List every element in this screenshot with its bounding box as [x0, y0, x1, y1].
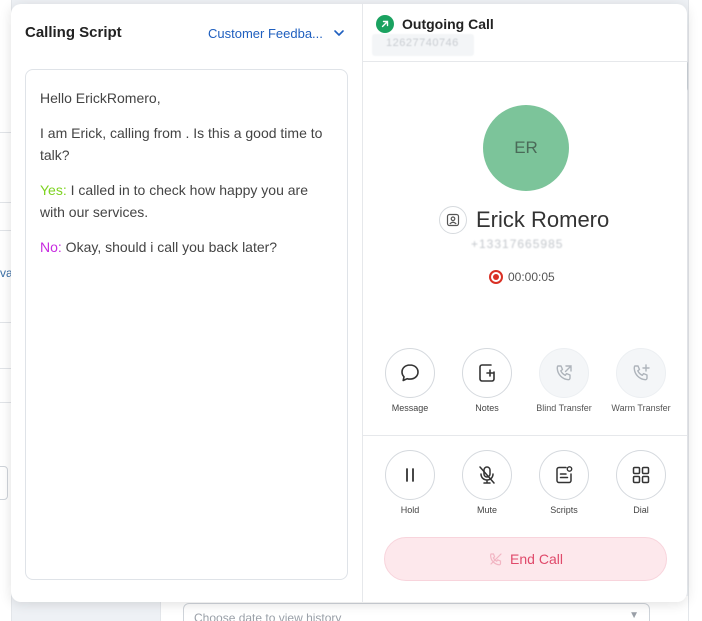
yes-text: I called in to check how happy you are w… [40, 182, 308, 220]
mute-button[interactable]: Mute [457, 450, 517, 516]
call-overlay-card: Calling Script Customer Feedba... Hello … [11, 4, 687, 602]
call-timer-row: 00:00:05 [489, 270, 555, 284]
notes-label: Notes [475, 403, 499, 413]
outgoing-call-icon [376, 15, 394, 33]
scripts-button[interactable]: Scripts [534, 450, 594, 516]
notes-button[interactable]: Notes [457, 348, 517, 414]
dialpad-icon [632, 466, 650, 484]
script-content-box: Hello ErickRomero, I am Erick, calling f… [25, 69, 348, 580]
chevron-down-icon: ▼ [629, 610, 639, 621]
header-divider [363, 61, 687, 62]
dial-button[interactable]: Dial [611, 450, 671, 516]
scripts-label: Scripts [550, 505, 578, 515]
message-button[interactable]: Message [380, 348, 440, 414]
no-label: No: [40, 239, 62, 255]
warm-transfer-icon [633, 364, 650, 381]
end-call-button[interactable]: End Call [384, 537, 667, 581]
scripts-icon [556, 466, 573, 484]
mic-off-icon [479, 466, 495, 484]
end-call-label: End Call [510, 551, 563, 567]
hold-label: Hold [400, 505, 420, 515]
yes-label: Yes: [40, 182, 67, 198]
message-label: Message [391, 403, 429, 413]
background-right-column [688, 0, 702, 621]
calling-script-panel: Calling Script Customer Feedba... Hello … [11, 4, 362, 602]
recording-icon [489, 270, 503, 284]
script-no-branch: No: Okay, should i call you back later? [40, 236, 333, 258]
contact-name: Erick Romero [476, 207, 610, 232]
selected-script-label: Customer Feedba... [208, 25, 323, 41]
call-title: Outgoing Call [402, 16, 494, 32]
hold-button[interactable]: Hold [380, 450, 440, 516]
pause-icon [406, 468, 414, 482]
phone-hangup-icon [488, 551, 504, 567]
contact-phone: +13317665985 [471, 237, 564, 251]
calling-script-title: Calling Script [25, 24, 122, 41]
history-date-placeholder: Choose date to view history [194, 611, 342, 621]
contact-avatar: ER [483, 105, 569, 191]
warm-transfer-label: Warm Transfer [611, 403, 671, 413]
from-number: 12627740746 [372, 34, 474, 56]
chevron-down-icon [334, 30, 344, 36]
warm-transfer-button[interactable]: Warm Transfer [611, 348, 671, 414]
notes-icon [479, 364, 495, 382]
mute-label: Mute [476, 505, 497, 515]
background-input [0, 466, 8, 500]
call-timer: 00:00:05 [508, 270, 555, 284]
history-date-select[interactable]: Choose date to view history ▼ [183, 603, 650, 621]
actions-divider [363, 435, 687, 436]
message-icon [401, 364, 419, 382]
blind-transfer-icon [556, 365, 572, 381]
contact-row: Erick Romero [439, 205, 609, 235]
call-header: Outgoing Call [376, 14, 494, 34]
contact-card-icon[interactable] [439, 206, 467, 234]
script-yes-branch: Yes: I called in to check how happy you … [40, 179, 333, 223]
script-selector-dropdown[interactable]: Customer Feedba... [208, 23, 348, 43]
no-text: Okay, should i call you back later? [61, 239, 278, 255]
call-panel: Outgoing Call 12627740746 ER Erick Romer… [363, 4, 687, 602]
blind-transfer-button[interactable]: Blind Transfer [534, 348, 594, 414]
blind-transfer-label: Blind Transfer [536, 403, 592, 413]
script-intro: I am Erick, calling from . Is this a goo… [40, 125, 323, 163]
dial-label: Dial [633, 505, 649, 515]
script-greeting: Hello ErickRomero, [40, 90, 161, 106]
